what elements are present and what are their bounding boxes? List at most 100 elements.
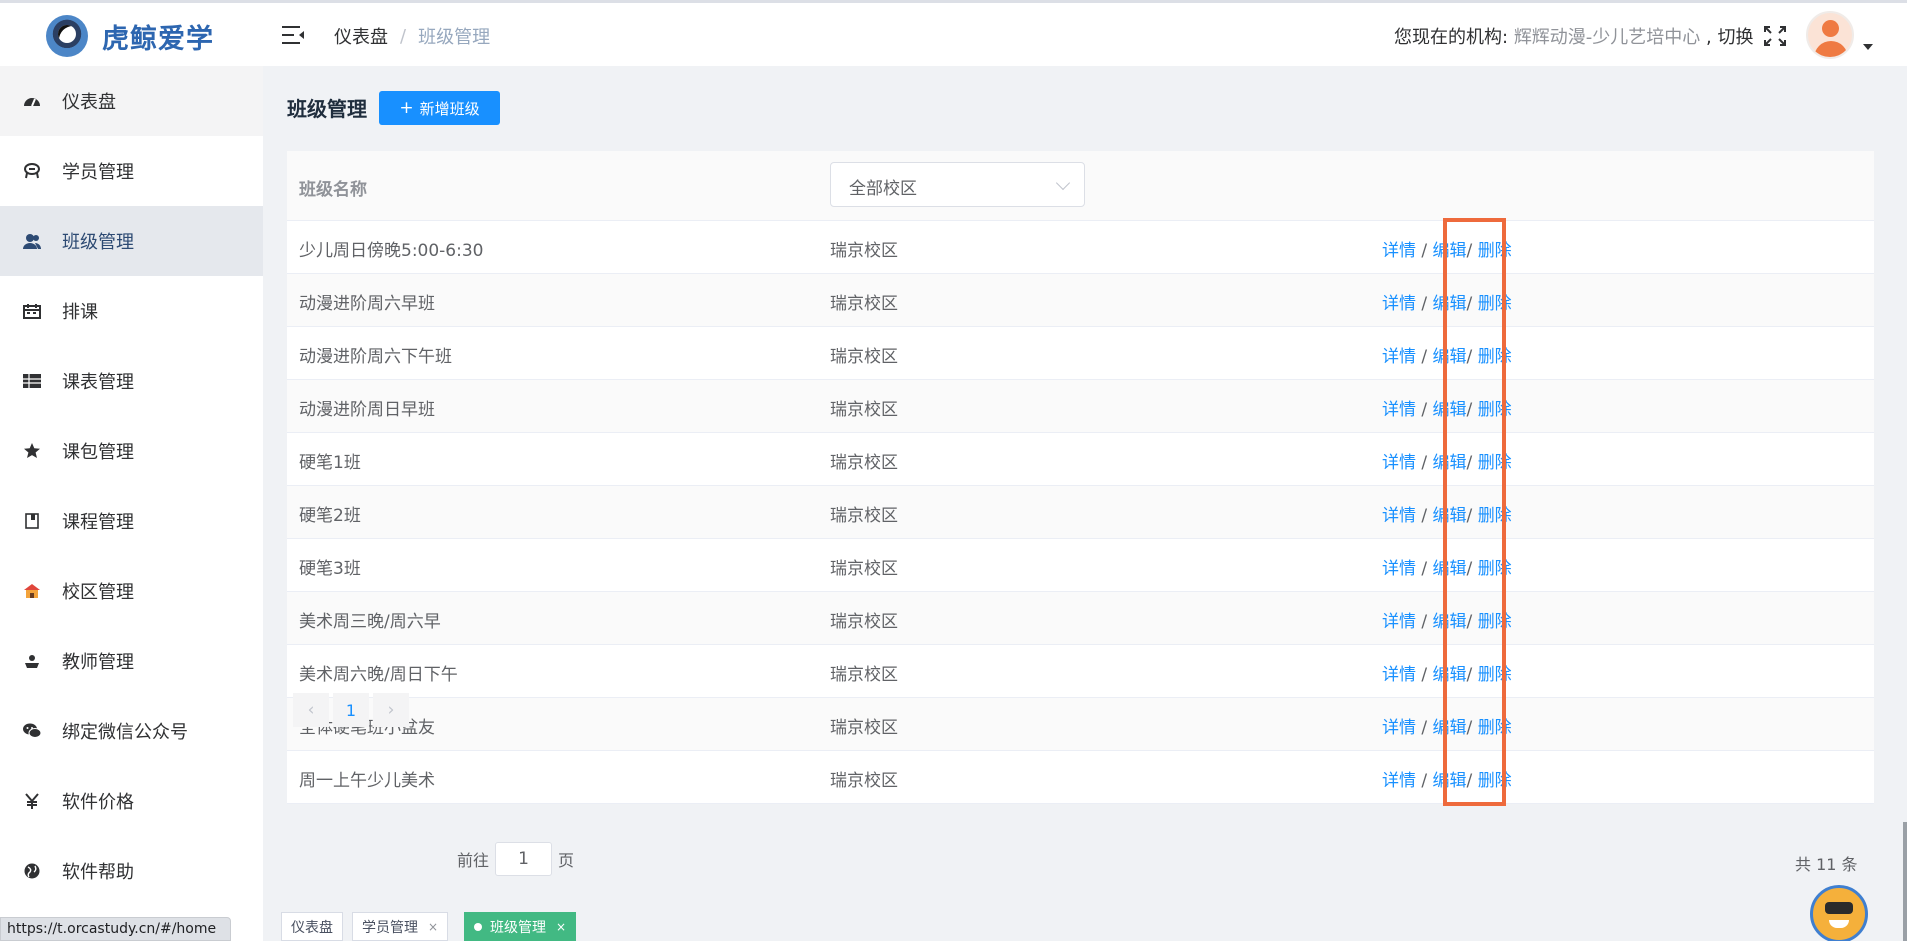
detail-link[interactable]: 详情 — [1382, 559, 1416, 579]
sidebar-item-students[interactable]: 学员管理 — [0, 136, 263, 206]
star-icon — [24, 443, 40, 458]
detail-link[interactable]: 详情 — [1382, 347, 1416, 367]
campus-cell: 瑞京校区 — [830, 294, 898, 314]
edit-link[interactable]: 编辑 — [1433, 241, 1467, 261]
campus-cell: 瑞京校区 — [830, 612, 898, 632]
action-separator: / — [1466, 612, 1473, 632]
delete-link[interactable]: 删除 — [1478, 665, 1512, 685]
detail-link[interactable]: 详情 — [1382, 453, 1416, 473]
edit-link[interactable]: 编辑 — [1433, 400, 1467, 420]
class-name-cell: 美术周三晚/周六早 — [299, 612, 441, 632]
page-number-1[interactable]: 1 — [333, 693, 369, 727]
sidebar-item-campus[interactable]: 校区管理 — [0, 556, 263, 626]
prev-page-button[interactable]: ‹ — [293, 693, 329, 727]
edit-link[interactable]: 编辑 — [1433, 771, 1467, 791]
delete-link[interactable]: 删除 — [1478, 506, 1512, 526]
tab-students[interactable]: 学员管理 × — [352, 912, 449, 941]
table-row: 美术周三晚/周六早 瑞京校区 详情 / 编辑/ 删除 — [287, 592, 1874, 645]
sidebar-item-courses[interactable]: 课程管理 — [0, 486, 263, 556]
delete-link[interactable]: 删除 — [1478, 453, 1512, 473]
caret-down-icon[interactable] — [1863, 44, 1873, 50]
total-count: 共 11 条 — [1795, 855, 1858, 874]
detail-link[interactable]: 详情 — [1382, 241, 1416, 261]
detail-link[interactable]: 详情 — [1382, 718, 1416, 738]
table-row: 动漫进阶周六早班 瑞京校区 详情 / 编辑/ 删除 — [287, 274, 1874, 327]
delete-link[interactable]: 删除 — [1478, 771, 1512, 791]
breadcrumb-dashboard[interactable]: 仪表盘 — [334, 23, 388, 49]
campus-filter-select[interactable]: 全部校区 — [830, 162, 1085, 207]
sidebar-item-wechat[interactable]: 绑定微信公众号 — [0, 696, 263, 766]
edit-link[interactable]: 编辑 — [1433, 294, 1467, 314]
edit-link[interactable]: 编辑 — [1433, 718, 1467, 738]
action-separator: / — [1466, 771, 1473, 791]
sidebar-toggle-icon[interactable] — [282, 26, 304, 44]
org-info: 您现在的机构: 辉辉动漫-少儿艺培中心 , 切换 — [1394, 23, 1754, 49]
close-icon[interactable]: × — [428, 920, 438, 934]
scrollbar-thumb[interactable] — [1903, 822, 1907, 941]
dashboard-icon — [24, 98, 40, 107]
close-icon[interactable]: × — [556, 920, 566, 934]
add-class-button[interactable]: + 新增班级 — [379, 91, 500, 125]
switch-org-link[interactable]: , 切换 — [1706, 27, 1753, 48]
sidebar-item-teachers[interactable]: 教师管理 — [0, 626, 263, 696]
row-actions: 详情 / 编辑/ 删除 — [1382, 554, 1512, 579]
class-name-cell: 动漫进阶周六下午班 — [299, 347, 452, 367]
edit-link[interactable]: 编辑 — [1433, 506, 1467, 526]
action-separator: / — [1466, 294, 1473, 314]
sidebar-item-timetable[interactable]: 课表管理 — [0, 346, 263, 416]
delete-link[interactable]: 删除 — [1478, 612, 1512, 632]
globe-icon — [24, 863, 40, 879]
delete-link[interactable]: 删除 — [1478, 347, 1512, 367]
next-page-button[interactable]: › — [373, 693, 409, 727]
class-name-cell: 硬笔2班 — [299, 506, 361, 526]
row-actions: 详情 / 编辑/ 删除 — [1382, 289, 1512, 314]
delete-link[interactable]: 删除 — [1478, 241, 1512, 261]
detail-link[interactable]: 详情 — [1382, 294, 1416, 314]
row-actions: 详情 / 编辑/ 删除 — [1382, 766, 1512, 791]
edit-link[interactable]: 编辑 — [1433, 559, 1467, 579]
table-row: 动漫进阶周日早班 瑞京校区 详情 / 编辑/ 删除 — [287, 380, 1874, 433]
campus-filter-value: 全部校区 — [849, 179, 917, 199]
table-row: 美术周六晚/周日下午 瑞京校区 详情 / 编辑/ 删除 — [287, 645, 1874, 698]
tab-dashboard[interactable]: 仪表盘 — [281, 912, 343, 941]
detail-link[interactable]: 详情 — [1382, 506, 1416, 526]
edit-link[interactable]: 编辑 — [1433, 347, 1467, 367]
action-separator: / — [1421, 347, 1428, 367]
detail-link[interactable]: 详情 — [1382, 771, 1416, 791]
sidebar-item-schedule[interactable]: 排课 — [0, 276, 263, 346]
delete-link[interactable]: 删除 — [1478, 400, 1512, 420]
campus-cell: 瑞京校区 — [830, 506, 898, 526]
action-separator: / — [1421, 453, 1428, 473]
goto-page-input[interactable] — [495, 842, 553, 876]
delete-link[interactable]: 删除 — [1478, 559, 1512, 579]
sidebar-item-label: 班级管理 — [62, 232, 134, 253]
user-avatar[interactable] — [1806, 11, 1854, 59]
fullscreen-icon[interactable] — [1763, 25, 1787, 47]
sidebar-item-classes[interactable]: 班级管理 — [0, 206, 263, 276]
mascot-helper-icon[interactable] — [1810, 885, 1868, 941]
detail-link[interactable]: 详情 — [1382, 400, 1416, 420]
action-separator: / — [1421, 506, 1428, 526]
sidebar-item-packages[interactable]: 课包管理 — [0, 416, 263, 486]
action-separator: / — [1421, 718, 1428, 738]
sidebar-item-dashboard[interactable]: 仪表盘 — [0, 66, 263, 136]
delete-link[interactable]: 删除 — [1478, 718, 1512, 738]
sidebar: 仪表盘 学员管理 班级管理 排课 课表管理 课包管理 课程管理 校区管理 教师管… — [0, 66, 263, 941]
sidebar-item-help[interactable]: 软件帮助 — [0, 836, 263, 906]
detail-link[interactable]: 详情 — [1382, 612, 1416, 632]
top-header: 虎鲸爱学 仪表盘 / 班级管理 您现在的机构: 辉辉动漫-少儿艺培中心 , 切换 — [0, 0, 1907, 66]
edit-link[interactable]: 编辑 — [1433, 453, 1467, 473]
edit-link[interactable]: 编辑 — [1433, 665, 1467, 685]
tab-label: 仪表盘 — [291, 919, 333, 936]
app-logo[interactable]: 虎鲸爱学 — [46, 14, 214, 58]
delete-link[interactable]: 删除 — [1478, 294, 1512, 314]
sidebar-item-pricing[interactable]: 软件价格 — [0, 766, 263, 836]
row-actions: 详情 / 编辑/ 删除 — [1382, 501, 1512, 526]
class-name-cell: 硬笔1班 — [299, 453, 361, 473]
class-name-cell: 硬笔3班 — [299, 559, 361, 579]
sidebar-item-label: 课程管理 — [62, 512, 134, 533]
sidebar-item-label: 教师管理 — [62, 652, 134, 673]
edit-link[interactable]: 编辑 — [1433, 612, 1467, 632]
tab-classes[interactable]: 班级管理 × — [464, 912, 577, 941]
detail-link[interactable]: 详情 — [1382, 665, 1416, 685]
